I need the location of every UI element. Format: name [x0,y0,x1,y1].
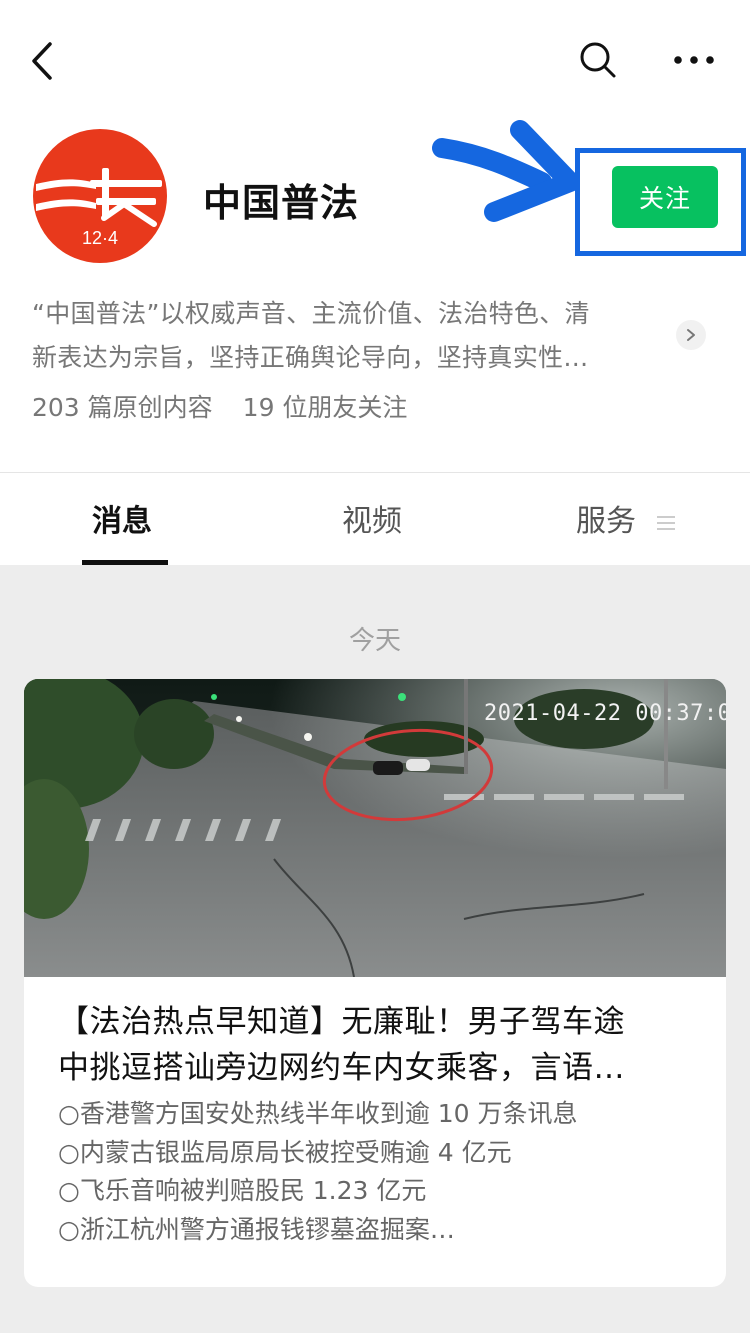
menu-lines-icon [656,515,675,530]
more-dots-icon [674,56,714,64]
chevron-left-icon [32,42,52,80]
search-button[interactable] [578,40,618,80]
headline-line: 【法治热点早知道】无廉耻！男子驾车途 [58,1004,625,1040]
list-item[interactable]: ○飞乐音响被判赔股民 1.23 亿元 [58,1172,698,1211]
tab-video[interactable]: 视频 [342,496,402,540]
more-button[interactable] [672,44,716,76]
feed-date-label: 今天 [348,626,401,656]
follow-button[interactable]: 关注 [612,166,718,228]
list-item[interactable]: ○香港警方国安处热线半年收到逾 10 万条讯息 [58,1095,698,1134]
image-timestamp: 2021-04-22 00:37:03 [484,701,726,726]
article-sub-list: ○香港警方国安处热线半年收到逾 10 万条讯息 ○内蒙古银监局原局长被控受贿逾 … [58,1095,698,1249]
annotation-arrow [432,120,582,224]
active-tab-indicator [82,560,168,565]
tab-service-label: 服务 [576,504,636,539]
account-name: 中国普法 [203,181,360,225]
back-button[interactable] [22,36,66,86]
list-item[interactable]: ○内蒙古银监局原局长被控受贿逾 4 亿元 [58,1134,698,1173]
article-image: 2021-04-22 00:37:03 [24,679,726,978]
article-headline[interactable]: 【法治热点早知道】无廉耻！男子驾车途 中挑逗搭讪旁边网约车内女乘客，言语… [58,999,698,1091]
account-stats: 203 篇原创内容 19 位朋友关注 [32,388,407,424]
original-content-count: 203 篇原创内容 [32,393,213,422]
chevron-right-icon [687,329,695,341]
friends-following-count: 19 位朋友关注 [242,393,408,422]
tab-messages[interactable]: 消息 [92,496,152,540]
list-item[interactable]: ○浙江杭州警方通报钱镠墓盗掘案… [58,1211,698,1250]
article-card[interactable]: 2021-04-22 00:37:03 【法治热点早知道】无廉耻！男子驾车途 中… [24,679,726,1287]
search-icon [580,42,616,78]
headline-line: 中挑逗搭讪旁边网约车内女乘客，言语… [58,1050,625,1086]
description-expand-button[interactable] [676,320,706,350]
description-line: 新表达为宗旨，坚持正确舆论导向，坚持真实性… [32,343,589,372]
logo-text: 12·4 [82,228,118,248]
account-logo: 12·4 [32,128,168,264]
account-description[interactable]: “中国普法”以权威声音、主流价值、法治特色、清 新表达为宗旨，坚持正确舆论导向，… [32,292,672,380]
account-header: 12·4 中国普法 关注 “中国普法”以权威声音、主流价值、法治特色、清 新表达… [0,0,750,565]
description-line: “中国普法”以权威声音、主流价值、法治特色、清 [32,299,590,328]
tab-service[interactable]: 服务 [576,496,676,540]
divider [0,472,750,473]
